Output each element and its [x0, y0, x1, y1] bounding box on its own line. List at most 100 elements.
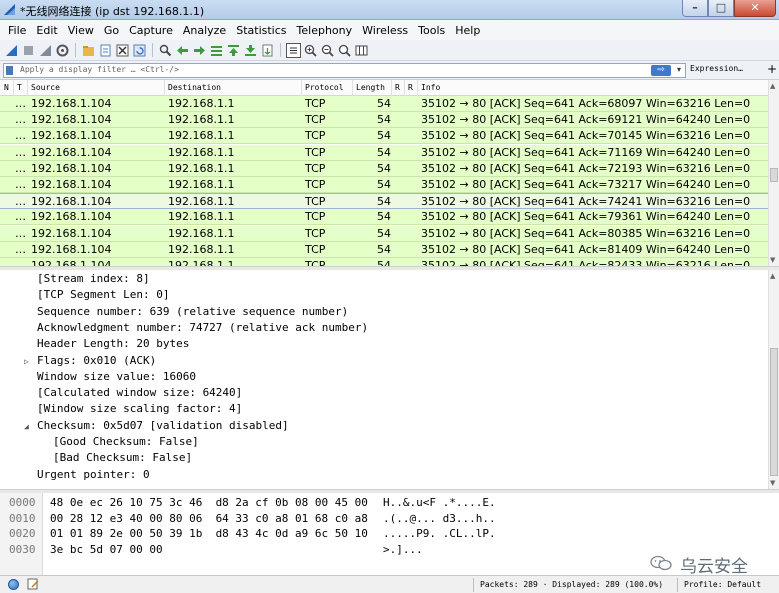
auto-scroll-icon[interactable]	[260, 43, 275, 58]
packet-cell-length: 54	[377, 113, 391, 127]
save-file-icon[interactable]	[98, 43, 113, 58]
shark-fin-start-icon[interactable]	[4, 43, 19, 58]
menu-help[interactable]: Help	[450, 24, 485, 37]
detail-field[interactable]: [TCP Segment Len: 0]	[37, 288, 169, 301]
scroll-down-icon[interactable]: ▼	[770, 256, 775, 264]
zoom-in-icon[interactable]	[303, 43, 318, 58]
byte-offset: 0010	[9, 511, 36, 525]
menu-telephony[interactable]: Telephony	[292, 24, 358, 37]
packet-row[interactable]: … 192.168.1.104 192.168.1.1 TCP 54 35102 → 80…	[0, 258, 768, 266]
detail-field[interactable]: Checksum: 0x5d07 [validation disabled]	[37, 419, 289, 432]
capture-comment-icon[interactable]	[27, 578, 39, 590]
packet-list-scrollbar[interactable]: ▲ ▼	[768, 80, 779, 266]
scroll-thumb[interactable]	[770, 168, 778, 182]
col-time[interactable]: T	[17, 83, 22, 92]
detail-field[interactable]: Acknowledgment number: 74727 (relative a…	[37, 321, 368, 334]
menu-edit[interactable]: Edit	[31, 24, 62, 37]
open-file-icon[interactable]	[81, 43, 96, 58]
maximize-button[interactable]: □	[708, 0, 734, 17]
close-button[interactable]: ✕	[734, 0, 776, 17]
expression-button[interactable]: Expression…	[690, 64, 743, 73]
byte-hex[interactable]: 00 28 12 e3 40 00 80 06 64 33 c0 a8 01 6…	[50, 512, 368, 525]
packet-cell-no: …	[15, 178, 26, 191]
menu-go[interactable]: Go	[99, 24, 124, 37]
reload-file-icon[interactable]	[132, 43, 147, 58]
byte-hex[interactable]: 01 01 89 2e 00 50 39 1b d8 43 4c 0d a9 6…	[50, 527, 368, 540]
packet-cell-source: 192.168.1.104	[31, 113, 112, 127]
scroll-up-icon[interactable]: ▲	[770, 82, 775, 90]
packet-cell-no: …	[15, 226, 26, 240]
detail-field[interactable]: Sequence number: 639 (relative sequence …	[37, 305, 348, 318]
col-r1[interactable]: R	[395, 83, 400, 92]
packet-row[interactable]: … 192.168.1.104 192.168.1.1 TCP 54 35102 → 80…	[0, 225, 768, 242]
packet-row[interactable]: … 192.168.1.104 192.168.1.1 TCP 54 35102 → 80…	[0, 209, 768, 226]
col-length[interactable]: Length	[356, 83, 385, 92]
filter-bookmark-icon[interactable]	[6, 66, 13, 75]
profile-label[interactable]: Profile: Default	[684, 580, 761, 589]
add-filter-button[interactable]: +	[767, 62, 777, 76]
col-info[interactable]: Info	[421, 83, 440, 92]
byte-ascii[interactable]: >.]...	[383, 543, 423, 556]
detail-field[interactable]: Header Length: 20 bytes	[37, 337, 189, 350]
zoom-out-icon[interactable]	[320, 43, 335, 58]
last-packet-icon[interactable]	[243, 43, 258, 58]
byte-ascii[interactable]: .(..@... d3...h..	[383, 512, 496, 525]
go-back-icon[interactable]	[175, 43, 190, 58]
filter-history-dropdown[interactable]: ▾	[677, 65, 681, 74]
first-packet-icon[interactable]	[226, 43, 241, 58]
menu-analyze[interactable]: Analyze	[178, 24, 231, 37]
packet-row[interactable]: … 192.168.1.104 192.168.1.1 TCP 54 35102 → 80…	[0, 96, 768, 112]
colorize-icon[interactable]	[286, 42, 301, 58]
menu-view[interactable]: View	[63, 24, 99, 37]
byte-ascii[interactable]: .....P9. .CL..lP.	[383, 527, 496, 540]
packet-row[interactable]: … 192.168.1.104 192.168.1.1 TCP 54 35102 → 80…	[0, 144, 768, 161]
detail-field[interactable]: [Good Checksum: False]	[53, 435, 199, 448]
details-scrollbar[interactable]: ▲ ▼	[768, 270, 779, 489]
menu-capture[interactable]: Capture	[124, 24, 178, 37]
packet-row[interactable]: … 192.168.1.104 192.168.1.1 TCP 54 35102 → 80…	[0, 112, 768, 129]
scroll-up-icon[interactable]: ▲	[770, 272, 775, 280]
detail-field[interactable]: Window size value: 16060	[37, 370, 196, 383]
restart-capture-icon[interactable]	[38, 43, 53, 58]
detail-field[interactable]: Urgent pointer: 0	[37, 468, 150, 481]
packet-row[interactable]: … 192.168.1.104 192.168.1.1 TCP 54 35102 → 80…	[0, 193, 768, 210]
menu-statistics[interactable]: Statistics	[231, 24, 291, 37]
resize-columns-icon[interactable]	[354, 43, 369, 58]
menu-wireless[interactable]: Wireless	[357, 24, 413, 37]
scroll-down-icon[interactable]: ▼	[770, 479, 775, 487]
tree-expander-icon[interactable]: ▷	[24, 357, 29, 366]
packet-row[interactable]: … 192.168.1.104 192.168.1.1 TCP 54 35102 → 80…	[0, 160, 768, 177]
menu-tools[interactable]: Tools	[413, 24, 450, 37]
capture-options-icon[interactable]	[55, 43, 70, 58]
detail-field[interactable]: [Bad Checksum: False]	[53, 451, 192, 464]
go-to-packet-icon[interactable]	[209, 43, 224, 58]
find-packet-icon[interactable]	[158, 43, 173, 58]
packet-row[interactable]: … 192.168.1.104 192.168.1.1 TCP 54 35102 → 80…	[0, 128, 768, 145]
col-source[interactable]: Source	[31, 83, 60, 92]
apply-filter-button[interactable]: ⇨	[651, 65, 671, 76]
byte-hex[interactable]: 48 0e ec 26 10 75 3c 46 d8 2a cf 0b 08 0…	[50, 496, 368, 509]
col-no[interactable]: N	[4, 83, 9, 92]
byte-ascii[interactable]: H..&.u<F .*....E.	[383, 496, 496, 509]
tree-expander-icon[interactable]: ◢	[24, 422, 29, 431]
go-forward-icon[interactable]	[192, 43, 207, 58]
packet-row[interactable]: … 192.168.1.104 192.168.1.1 TCP 54 35102 → 80…	[0, 177, 768, 193]
zoom-reset-icon[interactable]	[337, 43, 352, 58]
detail-field[interactable]: [Calculated window size: 64240]	[37, 386, 242, 399]
byte-hex[interactable]: 3e bc 5d 07 00 00	[50, 543, 163, 556]
display-filter-input[interactable]: Apply a display filter … <Ctrl-/> ⇨ ▾	[3, 63, 686, 78]
col-destination[interactable]: Destination	[168, 83, 221, 92]
detail-field[interactable]: [Stream index: 8]	[37, 272, 150, 285]
detail-field[interactable]: Flags: 0x010 (ACK)	[37, 354, 156, 367]
stop-capture-icon[interactable]	[21, 43, 36, 58]
scroll-thumb[interactable]	[770, 348, 778, 476]
minimize-button[interactable]: –	[682, 0, 708, 17]
close-file-icon[interactable]	[115, 43, 130, 58]
expert-info-icon[interactable]	[8, 579, 19, 590]
menu-file[interactable]: File	[3, 24, 31, 37]
col-r2[interactable]: R	[408, 83, 413, 92]
packet-row[interactable]: … 192.168.1.104 192.168.1.1 TCP 54 35102 → 80…	[0, 241, 768, 258]
col-protocol[interactable]: Protocol	[305, 83, 344, 92]
detail-field[interactable]: [Window size scaling factor: 4]	[37, 402, 242, 415]
packet-cell-length: 54	[377, 259, 391, 266]
